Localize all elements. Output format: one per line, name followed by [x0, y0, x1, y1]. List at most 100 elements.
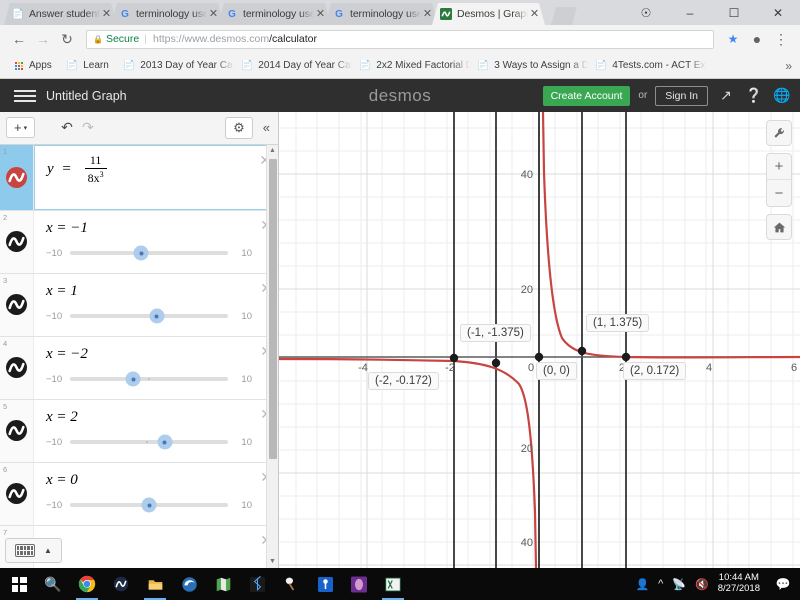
curve-color-icon[interactable] [6, 166, 27, 188]
parameter-slider[interactable]: −10 10 [46, 245, 252, 261]
share-icon[interactable]: ↗ [716, 87, 736, 104]
bookmark-2013-day-of-year[interactable]: 📄 2013 Day of Year Cal [116, 60, 234, 71]
expression-row-1[interactable]: 1 y = 11 8x3 [0, 144, 278, 211]
taskbar-desmos[interactable] [104, 568, 138, 600]
bookmark-2014-day-of-year[interactable]: 📄 2014 Day of Year Cal [234, 60, 352, 71]
expression-gutter[interactable]: 1 [0, 144, 34, 210]
slider-knob[interactable] [149, 308, 165, 324]
curve-color-icon[interactable] [6, 357, 27, 379]
taskbar-paint[interactable] [274, 568, 308, 600]
expression-row-5[interactable]: 5 x = 2 ✕ −10 [0, 399, 278, 463]
parameter-slider[interactable]: −10 10 [46, 308, 252, 324]
tray-chevron-icon[interactable]: ^ [658, 578, 663, 590]
taskbar-maps[interactable] [206, 568, 240, 600]
start-button[interactable] [2, 568, 36, 600]
new-tab-button[interactable] [551, 7, 577, 25]
home-icon[interactable] [766, 214, 792, 240]
expression-content[interactable]: x = −2 ✕ −10 10 [34, 337, 278, 399]
sign-in-button[interactable]: Sign In [655, 85, 708, 106]
graph-title[interactable]: Untitled Graph [46, 89, 127, 103]
keyboard-toggle-button[interactable]: ▲ [5, 538, 62, 563]
taskbar-excel[interactable] [376, 568, 410, 600]
profile-icon[interactable]: ☉ [624, 0, 668, 25]
expression-gutter[interactable]: 5 [0, 399, 34, 462]
slider-track[interactable] [70, 434, 228, 450]
bookmark-3-ways-to-assign[interactable]: 📄 3 Ways to Assign a D [470, 60, 588, 71]
address-bar[interactable]: 🔒 Secure | https://www.desmos.com/calcul… [86, 29, 714, 49]
point-label-minus1[interactable]: (-1, -1.375) [460, 324, 531, 342]
expression-content[interactable]: x = 0 ✕ −10 10 [34, 463, 278, 525]
bookmark-learn[interactable]: 📄 Learn [59, 60, 116, 71]
parameter-slider[interactable]: −10 10 [46, 371, 252, 387]
slider-track[interactable] [70, 497, 228, 513]
zoom-in-button[interactable]: + [767, 154, 791, 180]
point-label-origin[interactable]: (0, 0) [536, 362, 577, 380]
slider-knob[interactable] [157, 434, 173, 450]
expression-row-6[interactable]: 6 x = 0 ✕ −10 [0, 462, 278, 526]
taskbar-file-explorer[interactable] [138, 568, 172, 600]
close-button[interactable]: ✕ [756, 0, 800, 25]
minimize-button[interactable]: – [668, 0, 712, 25]
tab-close-icon[interactable]: ✕ [314, 8, 327, 21]
browser-tab-5[interactable]: Desmos | Graphin ✕ [432, 3, 545, 25]
bookmark-2x2-mixed-factorial[interactable]: 📄 2x2 Mixed Factorial D [352, 60, 470, 71]
profile-avatar-icon[interactable]: ● [746, 28, 768, 50]
zoom-out-button[interactable]: − [767, 180, 791, 206]
tab-close-icon[interactable]: ✕ [100, 8, 113, 21]
curve-color-icon[interactable] [6, 294, 27, 316]
globe-icon[interactable]: 🌐 [772, 87, 792, 104]
maximize-button[interactable]: ☐ [712, 0, 756, 25]
point-label-1[interactable]: (1, 1.375) [586, 314, 650, 332]
taskbar-search[interactable]: 🔍 [36, 568, 70, 600]
forward-button[interactable]: → [32, 28, 54, 50]
bookmark-4tests[interactable]: 📄 4Tests.com - ACT Exa [588, 60, 706, 71]
bookmark-apps[interactable]: Apps [8, 60, 59, 71]
help-icon[interactable]: ❔ [744, 87, 764, 104]
taskbar-chrome[interactable] [70, 568, 104, 600]
reload-button[interactable]: ↻ [56, 28, 78, 50]
slider-knob[interactable] [125, 371, 141, 387]
browser-tab-1[interactable]: 📄 Answer students ✕ [4, 3, 117, 25]
expression-content[interactable]: y = 11 8x3 ✕ [34, 144, 278, 210]
bookmarks-overflow-icon[interactable]: » [785, 59, 792, 73]
gear-icon[interactable]: ⚙ [225, 116, 253, 139]
expression-content[interactable]: x = 2 ✕ −10 10 [34, 400, 278, 462]
slider-knob[interactable] [141, 497, 157, 513]
tab-close-icon[interactable]: ✕ [207, 8, 220, 21]
expression-scrollbar[interactable]: ▲ ▼ [266, 145, 278, 568]
hamburger-icon[interactable] [14, 89, 36, 102]
expression-row-2[interactable]: 2 x = −1 ✕ −10 [0, 210, 278, 274]
curve-color-icon[interactable] [6, 231, 27, 253]
taskbar-key[interactable] [308, 568, 342, 600]
expression-gutter[interactable]: 4 [0, 336, 34, 399]
bookmark-star-icon[interactable]: ★ [722, 28, 744, 50]
scroll-down-icon[interactable]: ▼ [267, 556, 278, 568]
taskbar-mask[interactable] [342, 568, 376, 600]
expression-content[interactable]: ✕ [34, 526, 278, 568]
scrollbar-thumb[interactable] [269, 159, 277, 459]
network-icon[interactable]: 📡 [672, 578, 686, 591]
taskbar-edge[interactable] [172, 568, 206, 600]
expression-gutter[interactable]: 3 [0, 273, 34, 336]
people-icon[interactable]: 👤 [635, 578, 649, 591]
chrome-menu-icon[interactable]: ⋮ [770, 28, 792, 50]
scroll-up-icon[interactable]: ▲ [267, 145, 278, 157]
notification-icon[interactable]: 💬 [772, 577, 794, 591]
expression-row-3[interactable]: 3 x = 1 ✕ −10 [0, 273, 278, 337]
tab-close-icon[interactable]: ✕ [528, 8, 541, 21]
volume-muted-icon[interactable]: 🔇 [695, 578, 709, 591]
parameter-slider[interactable]: −10 10 [46, 497, 252, 513]
slider-track[interactable] [70, 245, 228, 261]
redo-icon[interactable]: ↶ [82, 119, 94, 136]
tab-close-icon[interactable]: ✕ [421, 8, 434, 21]
slider-track[interactable] [70, 371, 228, 387]
expression-row-4[interactable]: 4 x = −2 ✕ −10 [0, 336, 278, 400]
expression-gutter[interactable]: 6 [0, 462, 34, 525]
expression-content[interactable]: x = −1 ✕ −10 10 [34, 211, 278, 273]
point-label-2[interactable]: (2, 0.172) [623, 362, 687, 380]
add-expression-button[interactable]: + ▾ [6, 117, 36, 139]
taskbar-bluetooth[interactable] [240, 568, 274, 600]
expression-gutter[interactable]: 2 [0, 210, 34, 273]
wrench-icon[interactable] [766, 120, 792, 146]
back-button[interactable]: ← [8, 28, 30, 50]
